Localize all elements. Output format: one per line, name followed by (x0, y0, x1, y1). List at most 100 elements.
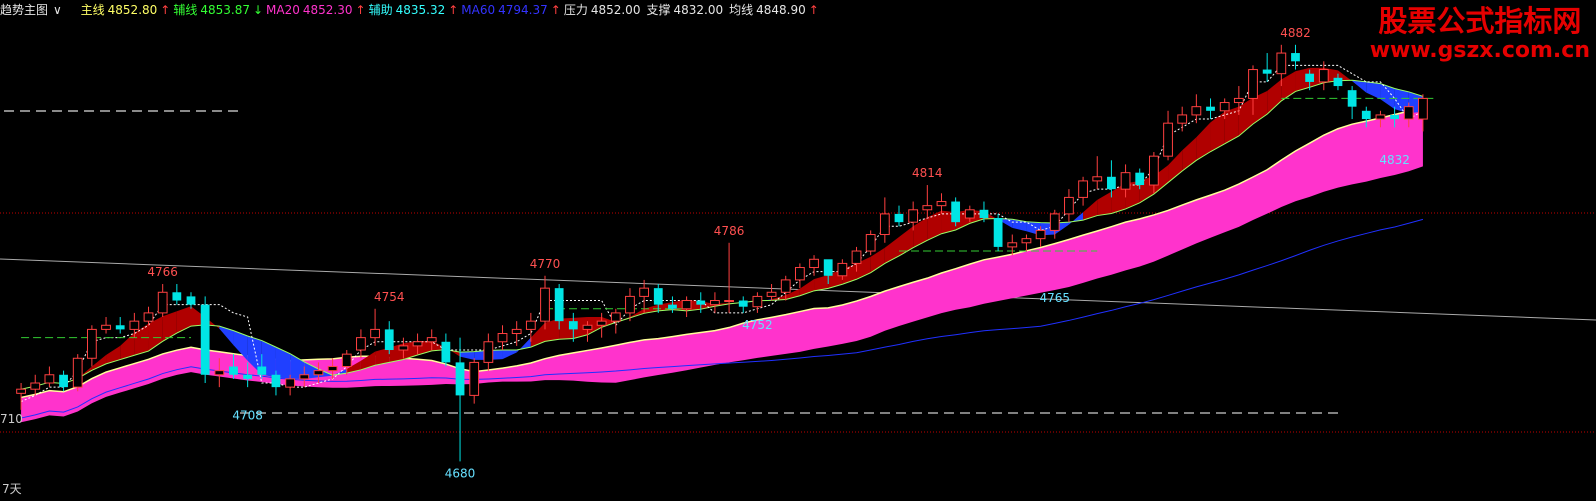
candle-body (610, 312, 621, 322)
legend-item-arrow-icon: ↓ (252, 3, 264, 17)
short-trend-band (1366, 81, 1381, 100)
candle-body (441, 341, 451, 363)
candle-body (1163, 122, 1173, 157)
candle-body (72, 357, 83, 388)
short-trend-band (516, 337, 531, 353)
candle-body (172, 292, 182, 301)
left-edge-label: 710 (0, 412, 23, 426)
candle-body (554, 288, 564, 322)
candle-body (979, 209, 989, 219)
short-trend-band (1267, 79, 1282, 115)
candle-body (384, 329, 394, 351)
candle-body (101, 324, 111, 330)
candle-body (1248, 69, 1258, 99)
price-annotation: 4754 (374, 290, 405, 304)
legend-item-value: 4853.87 (200, 3, 250, 17)
candle-body (525, 320, 536, 330)
ma60-line (20, 218, 1424, 419)
indicator-menu[interactable]: 趋势主图 ∨ (0, 3, 78, 17)
candle-body (1120, 172, 1131, 190)
candle-body (483, 341, 494, 363)
candle-body (327, 366, 338, 372)
candle-body (1318, 69, 1329, 83)
candle-body (398, 345, 409, 351)
candle-body (823, 259, 833, 276)
price-annotation: 4832 (1379, 153, 1410, 167)
candle-body (129, 320, 140, 330)
chevron-down-icon: ∨ (53, 3, 62, 17)
candle-body (313, 370, 324, 376)
candle-body (1347, 90, 1357, 107)
candle-body (766, 291, 777, 297)
candle-body (469, 361, 480, 396)
legend-item: 支撑 4832.00 (646, 0, 726, 20)
pink-trend-band (21, 106, 1423, 423)
candle-body (1064, 196, 1074, 215)
candle-body (1135, 172, 1145, 186)
candle-body (879, 213, 890, 236)
legend-item-value: 4794.37 (498, 3, 548, 17)
price-annotation: 4766 (147, 265, 178, 279)
price-annotation: 4765 (1039, 291, 1070, 305)
legend-item-arrow-icon: ↑ (355, 3, 366, 17)
candle-body (964, 209, 975, 219)
candle-body (568, 321, 578, 330)
candle-body (681, 300, 692, 310)
period-label: 7天 (2, 482, 22, 496)
candle-body (837, 262, 848, 277)
candle-body (865, 234, 876, 252)
candle-body (582, 324, 593, 330)
legend-item-arrow-icon: ↑ (160, 3, 171, 17)
candle-body (1035, 229, 1046, 240)
candle-body (993, 218, 1003, 247)
legend-item-name: 辅助 (368, 3, 393, 17)
candle-body (59, 374, 68, 388)
legend-item-name: 压力 (563, 3, 588, 17)
legend-item-value: 4852.80 (107, 3, 158, 17)
indicator-menu-label: 趋势主图 (0, 3, 49, 17)
legend-item-name: 主线 (80, 3, 105, 17)
candle-body (936, 201, 947, 207)
candle-body (1191, 106, 1202, 116)
candle-body (1021, 238, 1032, 244)
site-watermark: 股票公式指标网 www.gszx.com.cn (1370, 4, 1590, 64)
candle-body (1291, 53, 1300, 62)
candle-body (1092, 176, 1103, 182)
candle-body (908, 209, 919, 223)
candle-body (341, 353, 352, 368)
candle-body (710, 300, 720, 306)
short-trend-band (460, 351, 475, 360)
candle-body (951, 201, 961, 223)
candle-body (243, 374, 253, 379)
candle-body (851, 250, 862, 264)
candle-body (30, 382, 41, 390)
watermark-url: www.gszx.com.cn (1369, 38, 1590, 63)
candle-body (143, 312, 154, 322)
legend-item: MA60 4794.37 ↑ (461, 0, 561, 20)
candle-body (780, 279, 791, 293)
candle-body (653, 288, 663, 305)
candle-body (1049, 213, 1060, 231)
legend-item: 压力 4852.00 (564, 0, 644, 20)
short-trend-band (1083, 199, 1098, 221)
legend-item: 主线 4852.80 ↑ (81, 0, 171, 20)
candle-body (724, 300, 734, 303)
legend-item-arrow-icon: ↑ (448, 3, 459, 17)
candle-body (86, 328, 97, 359)
short-trend-band (106, 345, 121, 364)
legend-items: 主线 4852.80 ↑ 辅线 4853.87 ↓ MA20 4852.30 ↑ 辅助 4835.3… (81, 3, 822, 17)
indicator-legend: 趋势主图 ∨ 主线 4852.80 ↑ 辅线 4853.87 ↓ MA20 4852.30 ↑ 辅助… (0, 0, 1330, 20)
price-annotation: 4680 (445, 466, 476, 480)
candle-body (44, 374, 55, 384)
legend-item-name: 支撑 (646, 3, 671, 17)
candle-body (922, 205, 933, 211)
candle-body (200, 304, 210, 375)
candle-body (1107, 176, 1116, 190)
candle-body (412, 341, 423, 347)
candle-body (794, 267, 805, 281)
short-trend-band (1224, 106, 1239, 144)
candle-body (1403, 106, 1414, 120)
short-trend-band (927, 210, 942, 241)
legend-item: 辅助 4835.32 ↑ (369, 0, 459, 20)
price-annotation: 4882 (1280, 26, 1311, 40)
